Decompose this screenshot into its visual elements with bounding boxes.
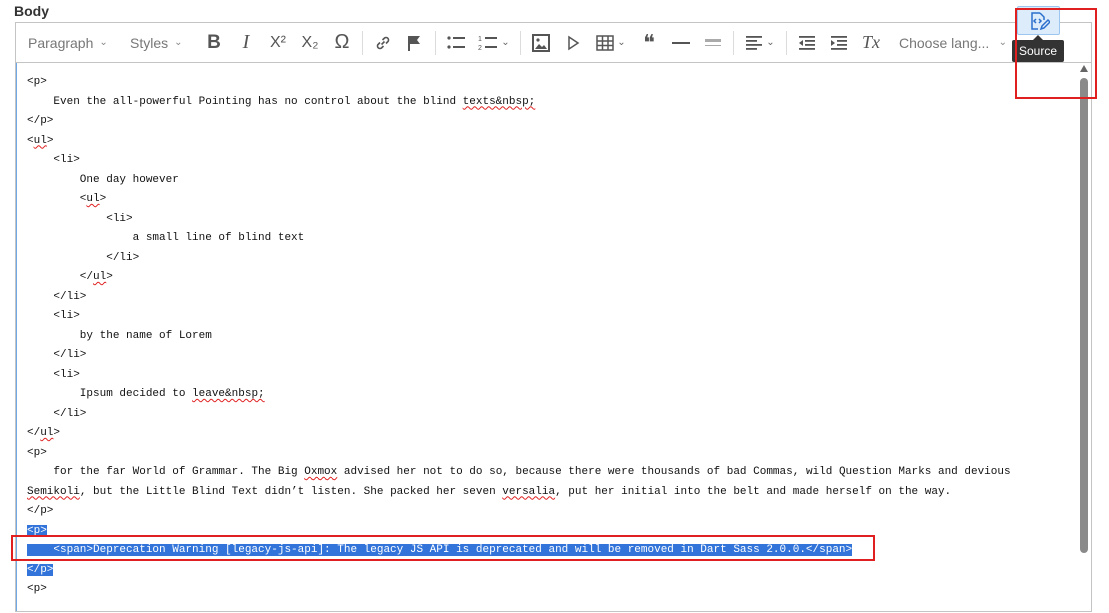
alignment-button[interactable]: ⌄ bbox=[738, 28, 782, 58]
toolbar-separator bbox=[362, 30, 363, 55]
italic-icon: I bbox=[242, 31, 250, 53]
insert-table-button[interactable]: ⌄ bbox=[589, 28, 633, 58]
remove-format-icon: Tx bbox=[862, 32, 880, 52]
source-line[interactable]: </li> bbox=[27, 249, 1071, 269]
code-language-dropdown[interactable]: Choose lang... ⌄ bbox=[893, 28, 1013, 58]
subscript-button[interactable]: X₂ bbox=[294, 28, 326, 58]
scrollbar-thumb[interactable] bbox=[1080, 78, 1088, 553]
blockquote-button[interactable]: ❝ bbox=[633, 28, 665, 58]
outdent-icon bbox=[799, 35, 815, 50]
numbered-list-icon: 12 bbox=[478, 36, 498, 52]
outdent-button[interactable] bbox=[791, 28, 823, 58]
source-line[interactable]: Ipsum decided to leave&nbsp; bbox=[27, 385, 1071, 405]
chevron-down-icon: ⌄ bbox=[501, 37, 510, 48]
source-line[interactable]: <p> bbox=[27, 522, 1071, 542]
source-line[interactable]: by the name of Lorem bbox=[27, 327, 1071, 347]
horizontal-line-button[interactable] bbox=[665, 28, 697, 58]
source-line[interactable]: <li> bbox=[27, 210, 1071, 230]
source-line[interactable]: <p> bbox=[27, 444, 1071, 464]
scroll-up-arrow-icon[interactable] bbox=[1080, 65, 1088, 72]
source-line[interactable]: </li> bbox=[27, 346, 1071, 366]
special-characters-button[interactable]: Ω bbox=[326, 28, 358, 58]
svg-text:1: 1 bbox=[478, 36, 482, 43]
insert-image-button[interactable] bbox=[525, 28, 557, 58]
source-line[interactable]: </li> bbox=[27, 288, 1071, 308]
table-icon bbox=[596, 34, 615, 51]
blockquote-icon: ❝ bbox=[643, 29, 655, 55]
source-button[interactable] bbox=[1017, 6, 1060, 35]
source-line[interactable]: One day however bbox=[27, 171, 1071, 191]
bold-icon: B bbox=[207, 31, 221, 53]
link-icon bbox=[376, 36, 390, 49]
indent-icon bbox=[831, 35, 847, 50]
link-button[interactable] bbox=[367, 28, 399, 58]
superscript-button[interactable]: X² bbox=[262, 28, 294, 58]
indent-button[interactable] bbox=[823, 28, 855, 58]
source-line[interactable]: a small line of blind text bbox=[27, 229, 1071, 249]
editor-toolbar: Paragraph ⌄ Styles ⌄ B I X² X₂ Ω 1 2 ⌄ ⌄… bbox=[16, 23, 1091, 63]
source-line[interactable]: <li> bbox=[27, 151, 1071, 171]
flag-icon bbox=[408, 35, 420, 51]
styles-dropdown[interactable]: Styles ⌄ bbox=[124, 28, 194, 58]
toolbar-separator bbox=[520, 30, 521, 55]
chevron-down-icon: ⌄ bbox=[998, 37, 1007, 48]
source-line[interactable]: </ul> bbox=[27, 424, 1071, 444]
source-code[interactable]: <p> Even the all-powerful Pointing has n… bbox=[27, 73, 1071, 600]
bookmark-button[interactable] bbox=[399, 28, 431, 58]
source-line[interactable]: </ul> bbox=[27, 268, 1071, 288]
code-block-icon bbox=[705, 38, 721, 46]
media-icon bbox=[568, 35, 580, 50]
italic-button[interactable]: I bbox=[230, 28, 262, 58]
source-line[interactable]: <span>Deprecation Warning [legacy-js-api… bbox=[27, 541, 1071, 561]
alignment-icon bbox=[746, 35, 763, 50]
special-characters-icon: Ω bbox=[334, 31, 350, 53]
heading-dropdown[interactable]: Paragraph ⌄ bbox=[22, 28, 116, 58]
vertical-scrollbar[interactable] bbox=[1079, 63, 1089, 611]
chevron-down-icon: ⌄ bbox=[99, 37, 108, 48]
bulleted-list-icon bbox=[447, 35, 465, 49]
horizontal-line-icon bbox=[672, 41, 690, 44]
svg-text:2: 2 bbox=[478, 45, 482, 52]
image-icon bbox=[532, 33, 550, 52]
field-label-body: Body bbox=[14, 3, 49, 19]
source-line[interactable]: <p> bbox=[27, 73, 1071, 93]
source-icon bbox=[1030, 11, 1050, 30]
remove-format-button[interactable]: Tx bbox=[855, 28, 887, 58]
bold-button[interactable]: B bbox=[198, 28, 230, 58]
source-line[interactable]: <li> bbox=[27, 307, 1071, 327]
source-line[interactable]: <ul> bbox=[27, 132, 1071, 152]
toolbar-separator bbox=[733, 30, 734, 55]
subscript-icon: X₂ bbox=[301, 33, 319, 51]
styles-dropdown-label: Styles bbox=[130, 34, 169, 51]
source-line[interactable]: </p> bbox=[27, 112, 1071, 132]
superscript-icon: X² bbox=[270, 33, 286, 51]
source-editing-area[interactable]: <p> Even the all-powerful Pointing has n… bbox=[16, 63, 1091, 611]
toolbar-separator bbox=[435, 30, 436, 55]
insert-media-button[interactable] bbox=[557, 28, 589, 58]
source-tooltip: Source bbox=[1012, 35, 1065, 62]
chevron-down-icon: ⌄ bbox=[617, 37, 626, 48]
source-line[interactable]: Even the all-powerful Pointing has no co… bbox=[27, 93, 1071, 113]
source-line[interactable]: </p> bbox=[27, 561, 1071, 581]
source-line[interactable]: <li> bbox=[27, 366, 1071, 386]
source-line[interactable]: <ul> bbox=[27, 190, 1071, 210]
code-block-button[interactable] bbox=[697, 28, 729, 58]
source-line[interactable]: </li> bbox=[27, 405, 1071, 425]
code-language-label: Choose lang... bbox=[899, 34, 990, 51]
numbered-list-button[interactable]: 12 ⌄ bbox=[472, 28, 516, 58]
heading-dropdown-label: Paragraph bbox=[28, 34, 94, 51]
rich-text-editor: Paragraph ⌄ Styles ⌄ B I X² X₂ Ω 1 2 ⌄ ⌄… bbox=[15, 22, 1092, 612]
toolbar-separator bbox=[786, 30, 787, 55]
bulleted-list-button[interactable] bbox=[440, 28, 472, 58]
source-line[interactable]: for the far World of Grammar. The Big Ox… bbox=[27, 463, 1071, 502]
source-line[interactable]: </p> bbox=[27, 502, 1071, 522]
source-line[interactable]: <p> bbox=[27, 580, 1071, 600]
chevron-down-icon: ⌄ bbox=[766, 37, 775, 48]
chevron-down-icon: ⌄ bbox=[174, 37, 183, 48]
